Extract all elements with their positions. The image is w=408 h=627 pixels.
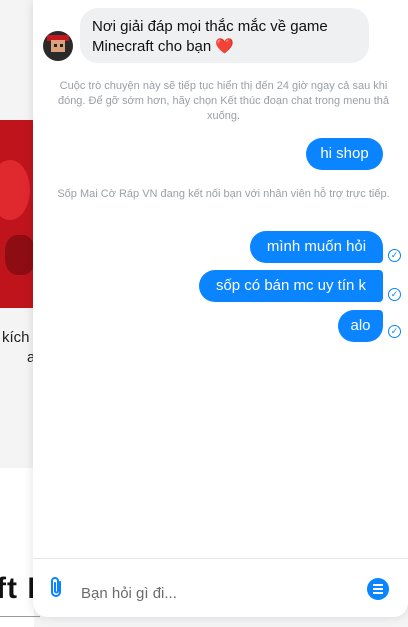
heart-icon: ❤️ [215, 38, 235, 55]
chat-panel: Nơi giải đáp mọi thắc mắc về game Minecr… [33, 0, 408, 617]
seen-check-icon: ✓ [388, 288, 401, 301]
message-input[interactable] [79, 578, 353, 608]
incoming-message: Nơi giải đáp mọi thắc mắc về game Minecr… [80, 8, 369, 63]
page-avatar [43, 31, 73, 61]
attachment-icon[interactable] [47, 576, 67, 600]
background-image [0, 120, 34, 308]
menu-icon[interactable] [367, 578, 389, 600]
background-partial-text: kích [2, 329, 30, 346]
system-notice: Sốp Mai Cờ Ráp VN đang kết nối bạn với n… [57, 188, 390, 200]
outgoing-message: mình muốn hỏi [250, 231, 383, 263]
outgoing-message: alo [338, 310, 383, 342]
seen-check-icon: ✓ [388, 325, 401, 338]
outgoing-message: hi shop [306, 138, 383, 170]
outgoing-message: sốp có bán mc uy tín k [199, 270, 383, 302]
system-notice: Cuộc trò chuyện này sẽ tiếp tục hiển thị… [57, 80, 390, 122]
composer-divider [33, 558, 408, 559]
seen-check-icon: ✓ [388, 249, 401, 262]
incoming-message-text: Nơi giải đáp mọi thắc mắc về game Minecr… [92, 18, 328, 55]
background-divider [0, 616, 40, 617]
